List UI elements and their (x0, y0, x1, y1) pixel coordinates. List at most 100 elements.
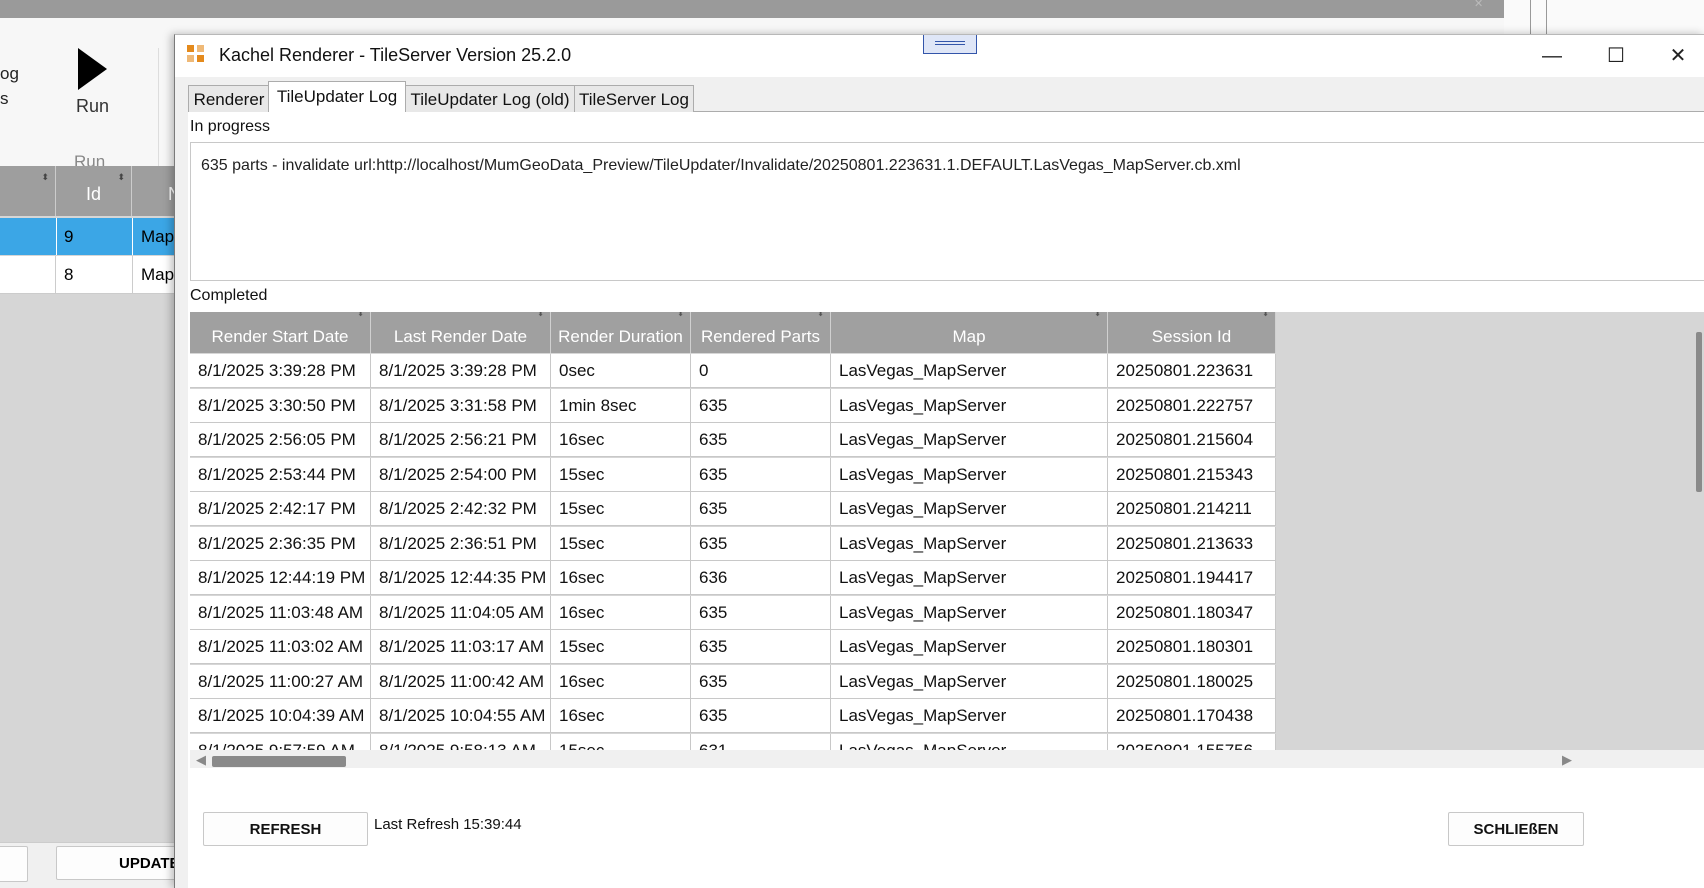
table-row[interactable]: 8/1/2025 2:56:05 PM 8/1/2025 2:56:21 PM 16… (190, 423, 1276, 457)
table-cell: 8/1/2025 11:00:42 AM (371, 664, 551, 699)
table-row-selected[interactable]: 9 Map (0, 218, 180, 255)
column-header-session-id[interactable]: Session Id ⬍ (1108, 312, 1276, 353)
completed-grid: Render Start Date ⬍ Last Render Date ⬍ Rende… (190, 312, 1704, 750)
close-button[interactable]: ✕ (1655, 39, 1701, 73)
table-cell: 1min 8sec (551, 388, 691, 423)
table-cell: 15sec (551, 457, 691, 492)
table-row[interactable]: 8/1/2025 11:00:27 AM 8/1/2025 11:00:42 AM… (190, 664, 1276, 699)
table-cell: 8/1/2025 3:39:28 PM (371, 354, 551, 388)
table-row[interactable]: 8/1/2025 9:57:59 AM 8/1/2025 9:58:13 AM 15… (190, 733, 1276, 750)
table-cell: LasVegas_MapServer (831, 388, 1108, 423)
play-icon (78, 48, 107, 90)
table-row[interactable]: 8/1/2025 12:44:19 PM 8/1/2025 12:44:35 PM… (190, 561, 1276, 595)
table-cell: LasVegas_MapServer (831, 733, 1108, 750)
table-cell: LasVegas_MapServer (831, 561, 1108, 595)
column-header-id[interactable]: Id ⬍ (56, 166, 132, 216)
table-cell: 8/1/2025 9:57:59 AM (190, 733, 371, 750)
table-cell: 635 (691, 630, 831, 664)
table-row[interactable]: 8/1/2025 3:39:28 PM 8/1/2025 3:39:28 PM 0s… (190, 354, 1276, 388)
tab-tileupdater-log[interactable]: TileUpdater Log (268, 81, 406, 112)
vertical-scrollbar[interactable] (1696, 332, 1702, 492)
sort-icon[interactable]: ⬍ (1262, 312, 1269, 334)
ribbon-item-log[interactable]: og (0, 64, 19, 84)
ribbon-item[interactable]: s (0, 89, 9, 109)
table-cell: LasVegas_MapServer (831, 526, 1108, 561)
sort-icon[interactable]: ⬍ (537, 312, 544, 334)
table-cell: 15sec (551, 630, 691, 664)
column-header-render-start-date[interactable]: Render Start Date ⬍ (190, 312, 371, 353)
background-grid: ⬍ Id⬍ N 9 Map 8 Map (0, 166, 181, 842)
tab-renderer[interactable]: Renderer (188, 85, 270, 112)
kachel-renderer-dialog: Kachel Renderer - TileServer Version 25.… (174, 34, 1704, 888)
dialog-title: Kachel Renderer - TileServer Version 25.… (219, 45, 572, 65)
table-row[interactable]: 8/1/2025 2:42:17 PM 8/1/2025 2:42:32 PM 15… (190, 492, 1276, 526)
tab-tileupdater-log-old[interactable]: TileUpdater Log (old) (405, 85, 575, 112)
drag-handle-icon[interactable] (923, 35, 977, 54)
background-close-icon[interactable]: ✕ (1474, 0, 1496, 10)
table-cell: 20250801.180301 (1108, 630, 1276, 664)
table-row[interactable]: 8/1/2025 3:30:50 PM 8/1/2025 3:31:58 PM 1m… (190, 388, 1276, 423)
table-cell: 16sec (551, 423, 691, 457)
horizontal-scrollbar[interactable]: ◀ ▶ (190, 750, 1704, 768)
table-cell: 8/1/2025 9:58:13 AM (371, 733, 551, 750)
table-cell: 8/1/2025 12:44:35 PM (371, 561, 551, 595)
table-cell: 8/1/2025 2:56:21 PM (371, 423, 551, 457)
minimize-button[interactable]: — (1529, 39, 1575, 73)
close-dialog-button[interactable]: SCHLIEßEN (1448, 812, 1584, 846)
table-cell: 8/1/2025 3:31:58 PM (371, 388, 551, 423)
in-progress-text: 635 parts - invalidate url:http://localh… (201, 157, 1241, 174)
tab-tileserver-log[interactable]: TileServer Log (574, 85, 694, 112)
in-progress-textbox[interactable]: 635 parts - invalidate url:http://localh… (190, 142, 1704, 281)
sort-icon[interactable]: ⬍ (677, 312, 684, 334)
background-title-bar: ✕ (0, 0, 1504, 18)
table-cell: LasVegas_MapServer (831, 699, 1108, 733)
table-row[interactable]: 8/1/2025 2:53:44 PM 8/1/2025 2:54:00 PM 15… (190, 457, 1276, 492)
divider (1546, 0, 1547, 35)
table-cell: 8/1/2025 11:03:02 AM (190, 630, 371, 664)
table-cell: 635 (691, 595, 831, 630)
dialog-title-bar[interactable]: Kachel Renderer - TileServer Version 25.… (175, 35, 1704, 77)
column-header-name[interactable]: N (132, 166, 181, 216)
last-refresh-label: Last Refresh 15:39:44 (374, 816, 522, 833)
table-row[interactable]: 8/1/2025 11:03:48 AM 8/1/2025 11:04:05 AM… (190, 595, 1276, 630)
scrollbar-thumb[interactable] (212, 756, 346, 767)
table-cell: 8/1/2025 12:44:19 PM (190, 561, 371, 595)
table-row[interactable]: 8/1/2025 2:36:35 PM 8/1/2025 2:36:51 PM 15… (190, 526, 1276, 561)
refresh-button[interactable]: REFRESH (203, 812, 368, 846)
column-header-label: Session Id (1151, 327, 1232, 346)
table-row[interactable]: 8/1/2025 10:04:39 AM 8/1/2025 10:04:55 AM… (190, 699, 1276, 733)
scroll-left-icon[interactable]: ◀ (196, 752, 206, 768)
tab-panel-tileupdater-log: In progress 635 parts - invalidate url:h… (188, 111, 1704, 888)
table-cell: 635 (691, 492, 831, 526)
table-cell: 15sec (551, 492, 691, 526)
table-cell: 635 (691, 664, 831, 699)
table-cell: 8/1/2025 2:36:35 PM (190, 526, 371, 561)
table-cell: 636 (691, 561, 831, 595)
table-cell: 20250801.222757 (1108, 388, 1276, 423)
table-row[interactable]: 8/1/2025 11:03:02 AM 8/1/2025 11:03:17 AM… (190, 630, 1276, 664)
sort-icon[interactable]: ⬍ (1094, 312, 1101, 334)
column-header-render-duration[interactable]: Render Duration ⬍ (551, 312, 691, 353)
table-cell: 20250801.213633 (1108, 526, 1276, 561)
completed-label: Completed (190, 287, 268, 304)
column-header-rendered-parts[interactable]: Rendered Parts ⬍ (691, 312, 831, 353)
in-progress-label: In progress (190, 118, 271, 135)
table-cell: 0 (691, 354, 831, 388)
sort-icon[interactable]: ⬍ (357, 312, 364, 334)
column-header-last-render-date[interactable]: Last Render Date ⬍ (371, 312, 551, 353)
maximize-button[interactable]: ☐ (1593, 39, 1639, 73)
sort-icon[interactable]: ⬍ (817, 312, 824, 334)
table-cell: 8/1/2025 11:03:17 AM (371, 630, 551, 664)
scroll-right-icon[interactable]: ▶ (1562, 752, 1572, 768)
table-cell: 8/1/2025 11:03:48 AM (190, 595, 371, 630)
background-button[interactable] (0, 846, 28, 882)
table-row[interactable]: 8 Map (0, 256, 180, 294)
table-cell: 16sec (551, 699, 691, 733)
table-cell: 635 (691, 388, 831, 423)
column-header-map[interactable]: Map ⬍ (831, 312, 1108, 353)
table-cell: LasVegas_MapServer (831, 595, 1108, 630)
divider (1530, 0, 1531, 35)
table-cell: 20250801.194417 (1108, 561, 1276, 595)
column-header[interactable]: ⬍ (0, 166, 56, 216)
table-cell: LasVegas_MapServer (831, 664, 1108, 699)
